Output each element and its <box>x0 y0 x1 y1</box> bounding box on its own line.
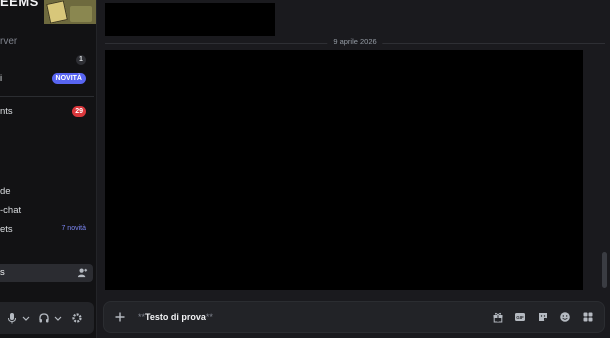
chat-scrollbar[interactable] <box>600 0 608 298</box>
apps-icon[interactable] <box>582 311 594 323</box>
count-badge: 1 <box>76 55 86 65</box>
headphones-icon[interactable] <box>38 312 50 324</box>
sidebar-item-label: nts <box>0 106 13 117</box>
gift-icon[interactable] <box>492 311 504 323</box>
emoji-icon[interactable] <box>559 311 571 323</box>
sidebar-item-label: ets <box>0 224 13 235</box>
sidebar-item-events-channel[interactable]: nts 29 <box>0 104 94 120</box>
channel-sidebar: EEMS rver 1 i NOVITÀ nts 29 de -chat ets… <box>0 0 97 338</box>
server-banner <box>44 0 96 24</box>
message-input[interactable]: **Testo di prova** <box>138 312 213 322</box>
sidebar-item-chat[interactable]: -chat <box>0 203 94 219</box>
chevron-down-icon[interactable] <box>52 312 64 324</box>
server-name[interactable]: EEMS <box>0 0 39 9</box>
sidebar-item-label: de <box>0 186 11 197</box>
banner-artwork-detail <box>70 6 92 22</box>
message-composer[interactable]: **Testo di prova** GIF <box>103 301 605 333</box>
sidebar-item-events[interactable]: 1 <box>0 52 94 68</box>
add-user-icon[interactable] <box>77 267 88 278</box>
date-label: 9 aprile 2026 <box>327 37 383 46</box>
sidebar-item-new[interactable]: i NOVITÀ <box>0 71 94 87</box>
user-panel <box>0 302 94 334</box>
banner-artwork <box>46 0 68 24</box>
sidebar-divider <box>0 96 94 97</box>
microphone-icon[interactable] <box>6 312 18 324</box>
scrollbar-thumb[interactable] <box>602 252 607 288</box>
sidebar-item-label: s <box>0 267 5 278</box>
date-separator: 9 aprile 2026 <box>105 36 605 50</box>
server-tag: rver <box>0 36 18 47</box>
sidebar-item-channel[interactable]: ets 7 novità <box>0 222 94 238</box>
image-attachment[interactable] <box>105 50 583 290</box>
gear-icon[interactable] <box>71 312 83 324</box>
new-items-indicator[interactable]: 7 novità <box>61 225 86 232</box>
image-attachment[interactable] <box>105 3 275 36</box>
chat-area: 9 aprile 2026 **Testo di prova** GIF <box>98 0 610 338</box>
sticker-icon[interactable] <box>537 311 549 323</box>
plus-icon[interactable] <box>113 310 127 324</box>
sidebar-item-channel[interactable]: de <box>0 184 94 200</box>
gif-icon[interactable]: GIF <box>514 311 526 323</box>
chevron-down-icon[interactable] <box>20 312 32 324</box>
sidebar-item-label: -chat <box>0 205 22 216</box>
sidebar-item-label: i <box>0 73 3 84</box>
bold-text: Testo di prova <box>145 312 206 322</box>
mention-badge: 29 <box>72 106 86 117</box>
markdown-marker: ** <box>138 312 146 322</box>
markdown-marker: ** <box>205 312 213 322</box>
sidebar-item-selected[interactable]: s <box>0 264 93 282</box>
new-badge: NOVITÀ <box>51 73 86 84</box>
svg-text:GIF: GIF <box>516 315 524 320</box>
